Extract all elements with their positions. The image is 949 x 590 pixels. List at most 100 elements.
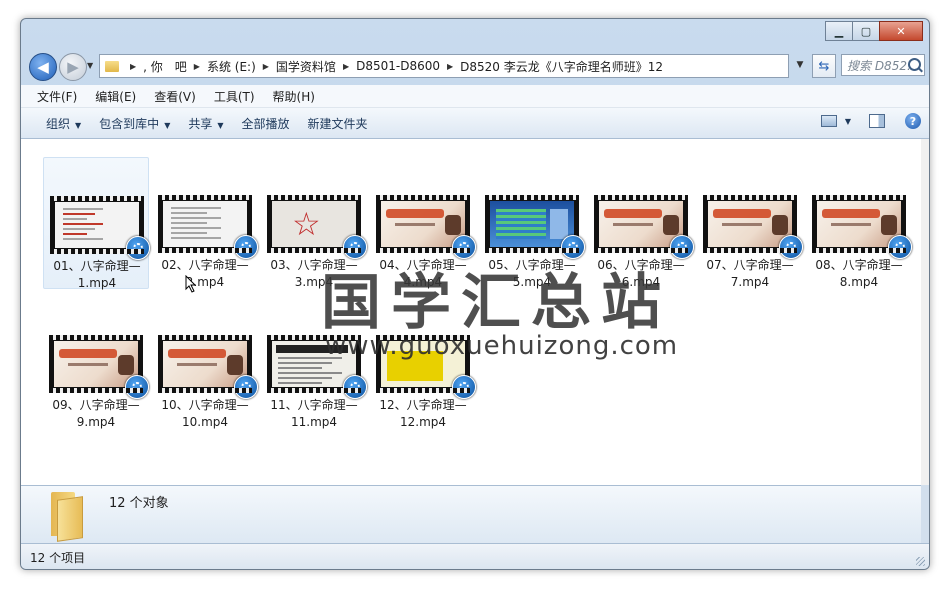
video-thumbnail: ☆ [267, 195, 367, 259]
arrow-left-icon: ◀ [37, 58, 49, 76]
file-name: 12、八字命理—12.mp4 [379, 398, 467, 429]
close-button[interactable]: ✕ [879, 21, 923, 41]
file-item[interactable]: 07、八字命理—7.mp4 [697, 157, 803, 289]
video-thumbnail [49, 335, 149, 399]
menu-tools[interactable]: 工具(T) [206, 88, 263, 105]
thumbnail-frame [163, 201, 247, 247]
window-controls: ▁ ▢ ✕ [825, 21, 923, 41]
thumbnail-frame [55, 202, 139, 248]
preview-pane-icon[interactable] [869, 114, 885, 128]
file-name: 07、八字命理—7.mp4 [706, 258, 794, 289]
menu-help[interactable]: 帮助(H) [265, 88, 323, 105]
file-item[interactable]: 10、八字命理—10.mp4 [152, 297, 258, 429]
share-button[interactable]: 共享 ▼ [179, 115, 232, 132]
explorer-window: ▁ ▢ ✕ ◀ ▶ ▼ ▶ , 你 吧 ▶ 系统 (E:) ▶ 国学资料馆 ▶ … [20, 18, 930, 570]
media-player-icon [452, 375, 476, 399]
navigation-bar: ◀ ▶ ▼ ▶ , 你 吧 ▶ 系统 (E:) ▶ 国学资料馆 ▶ D8501-… [29, 51, 925, 81]
maximize-button[interactable]: ▢ [852, 21, 880, 41]
address-bar[interactable]: ▶ , 你 吧 ▶ 系统 (E:) ▶ 国学资料馆 ▶ D8501-D8600 … [99, 54, 789, 78]
include-in-library-button[interactable]: 包含到库中 ▼ [90, 115, 179, 132]
view-controls: ▼ ? [820, 113, 921, 129]
chevron-right-icon[interactable]: ▶ [343, 62, 349, 71]
search-box[interactable]: 搜索 D852... [841, 54, 925, 76]
media-player-icon [234, 375, 258, 399]
media-player-icon [125, 375, 149, 399]
media-player-icon [779, 235, 803, 259]
object-count: 12 个对象 [109, 496, 169, 511]
media-player-icon [888, 235, 912, 259]
menu-file[interactable]: 文件(F) [29, 88, 85, 105]
media-player-icon [343, 375, 367, 399]
thumbnail-frame [381, 201, 465, 247]
thumbnail-frame [817, 201, 901, 247]
file-list-pane[interactable]: 01、八字命理—1.mp4 02、八字命理—2.mp4 ☆ 03、八字命理—3.mp4… [21, 139, 921, 485]
folder-icon [105, 60, 119, 72]
new-folder-button[interactable]: 新建文件夹 [299, 115, 377, 132]
resize-grip-icon[interactable] [916, 557, 925, 566]
video-thumbnail [376, 195, 476, 259]
watermark-url: www.guoxuehuizong.com [325, 331, 679, 361]
chevron-right-icon[interactable]: ▶ [447, 62, 453, 71]
thumbnail-frame [708, 201, 792, 247]
video-thumbnail [703, 195, 803, 259]
file-name: 08、八字命理—8.mp4 [815, 258, 903, 289]
minimize-button[interactable]: ▁ [825, 21, 853, 41]
arrow-right-icon: ▶ [67, 58, 79, 76]
file-item[interactable]: 09、八字命理—9.mp4 [43, 297, 149, 429]
help-icon[interactable]: ? [905, 113, 921, 129]
menu-edit[interactable]: 编辑(E) [87, 88, 144, 105]
refresh-button[interactable]: ⇆ [812, 54, 836, 78]
chevron-down-icon: ▼ [164, 120, 171, 130]
menu-bar: 文件(F) 编辑(E) 查看(V) 工具(T) 帮助(H) [21, 85, 929, 108]
chevron-right-icon[interactable]: ▶ [263, 62, 269, 71]
menu-view[interactable]: 查看(V) [146, 88, 204, 105]
video-thumbnail [158, 335, 258, 399]
file-name: 11、八字命理—11.mp4 [270, 398, 358, 429]
chevron-right-icon[interactable]: ▶ [130, 62, 136, 71]
view-options-dropdown[interactable]: ▼ [845, 117, 851, 126]
media-player-icon [670, 235, 694, 259]
file-name: 09、八字命理—9.mp4 [52, 398, 140, 429]
file-item[interactable]: 08、八字命理—8.mp4 [806, 157, 912, 289]
media-player-icon [126, 236, 150, 260]
command-bar: 组织 ▼ 包含到库中 ▼ 共享 ▼ 全部播放 新建文件夹 ▼ ? [21, 108, 929, 139]
breadcrumb-user[interactable]: , 你 吧 [143, 58, 187, 75]
recent-pages-dropdown[interactable]: ▼ [87, 61, 93, 70]
status-text: 12 个项目 [30, 551, 86, 565]
back-button[interactable]: ◀ [29, 53, 57, 81]
video-thumbnail [158, 195, 258, 259]
breadcrumb-current[interactable]: D8520 李云龙《八字命理名师班》12 [460, 58, 663, 75]
breadcrumb-library[interactable]: 国学资料馆 [276, 58, 336, 75]
refresh-icon: ⇆ [818, 58, 830, 74]
thumbnail-frame: ☆ [272, 201, 356, 247]
file-name: 02、八字命理—2.mp4 [161, 258, 249, 289]
thumbnail-frame [490, 201, 574, 247]
chevron-down-icon: ▼ [75, 120, 82, 130]
breadcrumb-drive[interactable]: 系统 (E:) [207, 58, 256, 75]
thumbnail-frame [163, 341, 247, 387]
file-item[interactable]: 01、八字命理—1.mp4 [43, 157, 150, 290]
thumbnail-frame [599, 201, 683, 247]
watermark-text: 国学汇总站 [321, 268, 671, 338]
search-icon[interactable] [908, 58, 921, 71]
video-thumbnail [485, 195, 585, 259]
folder-icon [51, 492, 83, 542]
file-name: 10、八字命理—10.mp4 [161, 398, 249, 429]
details-pane: 12 个对象 [21, 485, 921, 544]
video-thumbnail [594, 195, 694, 259]
chevron-down-icon: ▼ [217, 120, 224, 130]
change-view-icon[interactable] [820, 115, 837, 127]
play-all-button[interactable]: 全部播放 [233, 115, 299, 132]
forward-button[interactable]: ▶ [59, 53, 87, 81]
address-history-dropdown[interactable]: ▼ [789, 54, 811, 76]
file-name: 01、八字命理—1.mp4 [53, 259, 141, 290]
file-item[interactable]: 02、八字命理—2.mp4 [152, 157, 258, 289]
organize-button[interactable]: 组织 ▼ [37, 115, 90, 132]
breadcrumb-range[interactable]: D8501-D8600 [356, 59, 440, 73]
video-thumbnail [812, 195, 912, 259]
chevron-right-icon[interactable]: ▶ [194, 62, 200, 71]
media-player-icon [234, 235, 258, 259]
vertical-scrollbar[interactable] [921, 139, 929, 485]
thumbnail-frame [54, 341, 138, 387]
status-bar: 12 个项目 [21, 543, 929, 569]
